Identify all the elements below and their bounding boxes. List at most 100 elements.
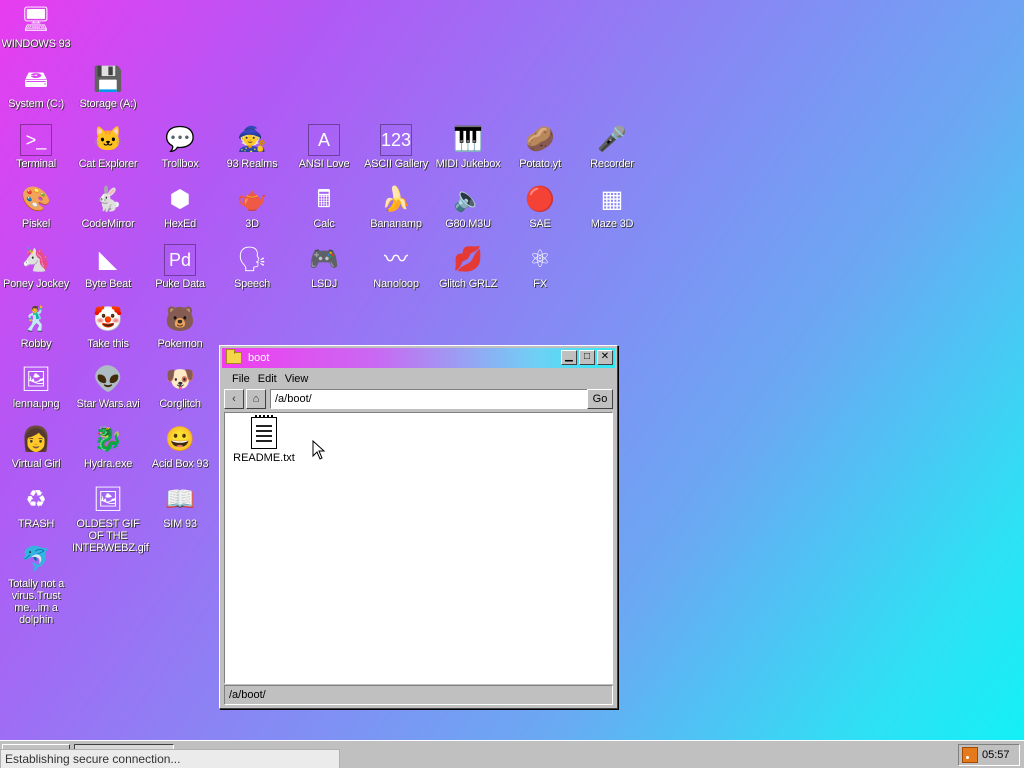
file-name: README.txt — [233, 452, 295, 464]
desktop-icon-sim-93[interactable]: 📖 SIM 93 — [144, 484, 216, 530]
app-icon: 🥔 — [525, 126, 555, 153]
file-item-readme[interactable]: README.txt — [229, 415, 299, 464]
menu-view[interactable]: View — [285, 373, 309, 385]
desktop-icon-totally-not-a-virus-trust-me-im-a-dolphin[interactable]: 🐬 Totally not a virus.Trust me...im a dol… — [0, 544, 72, 626]
address-bar: ‹ ⌂ Go — [224, 388, 613, 410]
desktop-icon-star-wars-avi[interactable]: 👽 Star Wars.avi — [72, 364, 144, 410]
desktop-icon-potato-yt[interactable]: 🥔 Potato.yt — [504, 124, 576, 170]
folder-icon — [226, 349, 242, 364]
desktop-icon-93-realms[interactable]: 🧙 93 Realms — [216, 124, 288, 170]
desktop-icon-label: Puke Data — [155, 278, 205, 290]
desktop-icon-ansi-love[interactable]: A ANSI Love — [288, 124, 360, 170]
app-icon: 🦄 — [21, 246, 51, 273]
desktop-icon-trollbox[interactable]: 💬 Trollbox — [144, 124, 216, 170]
desktop-icon-label: Virtual Girl — [11, 458, 61, 470]
app-icon: 👩 — [21, 426, 51, 453]
app-icon: 🎤 — [597, 126, 627, 153]
app-icon: 🐶 — [165, 366, 195, 393]
path-input[interactable] — [270, 389, 588, 409]
desktop-icon-terminal[interactable]: >_ Terminal — [0, 124, 72, 170]
close-button[interactable]: ✕ — [597, 350, 613, 365]
desktop-icon-ascii-gallery[interactable]: 123 ASCII Gallery — [360, 124, 432, 170]
desktop-icon-label: SIM 93 — [163, 518, 197, 530]
desktop-icon-trash[interactable]: ♻ TRASH — [0, 484, 72, 530]
file-explorer-window[interactable]: boot ▁ □ ✕ File Edit View ‹ ⌂ Go README.… — [219, 345, 618, 709]
desktop-icon-label: CodeMirror — [81, 218, 135, 230]
desktop-icon-storage-a[interactable]: 💾 Storage (A:) — [72, 64, 144, 110]
desktop-icon-label: Star Wars.avi — [76, 398, 140, 410]
app-icon: 🖥 — [20, 6, 52, 33]
desktop-icon-label: lenna.png — [12, 398, 60, 410]
desktop-icon-byte-beat[interactable]: ◣ Byte Beat — [72, 244, 144, 290]
desktop-icon-label: Take this — [87, 338, 129, 350]
go-button[interactable]: Go — [587, 389, 613, 409]
desktop-icon-calc[interactable]: 🖩 Calc — [288, 184, 360, 230]
app-icon: 🔈 — [453, 186, 483, 213]
desktop-icon-label: Cat Explorer — [78, 158, 138, 170]
app-icon: 💬 — [165, 126, 195, 153]
desktop-icon-sae[interactable]: 🔴 SAE — [504, 184, 576, 230]
desktop-icon-3d[interactable]: 🫖 3D — [216, 184, 288, 230]
rss-icon[interactable] — [962, 747, 978, 763]
desktop-icon-midi-jukebox[interactable]: 🎹 MIDI Jukebox — [432, 124, 504, 170]
app-icon: 📖 — [165, 486, 195, 513]
menu-file[interactable]: File — [232, 373, 250, 385]
desktop-icon-acid-box-93[interactable]: 😀 Acid Box 93 — [144, 424, 216, 470]
desktop-icon-label: Glitch GRLZ — [438, 278, 498, 290]
desktop-icon-label: Poney Jockey — [2, 278, 70, 290]
file-list-area[interactable]: README.txt — [224, 412, 613, 684]
app-icon: 💋 — [453, 246, 483, 273]
desktop-icon-oldest-gif-of-the-interwebz-gif[interactable]: 🖼 OLDEST GIF OF THE INTERWEBZ.gif — [72, 484, 149, 554]
desktop-icon-label: Speech — [233, 278, 271, 290]
desktop-icon-puke-data[interactable]: Pd Puke Data — [144, 244, 216, 290]
desktop-icon-nanoloop[interactable]: 〰 Nanoloop — [360, 244, 432, 290]
minimize-button[interactable]: ▁ — [561, 350, 577, 365]
desktop-icon-g80-m3u[interactable]: 🔈 G80.M3U — [432, 184, 504, 230]
maximize-button[interactable]: □ — [579, 350, 595, 365]
desktop-icon-speech[interactable]: 🗣 Speech — [216, 244, 288, 290]
desktop-icon-label: ASCII Gallery — [363, 158, 429, 170]
app-icon: 😀 — [165, 426, 195, 453]
desktop-icon-recorder[interactable]: 🎤 Recorder — [576, 124, 648, 170]
desktop-icon-system-c[interactable]: 🖴 System (C:) — [0, 64, 72, 110]
desktop-icon-take-this[interactable]: 🤡 Take this — [72, 304, 144, 350]
home-button[interactable]: ⌂ — [246, 389, 266, 409]
desktop-icon-label: TRASH — [17, 518, 55, 530]
app-icon: ♻ — [25, 486, 47, 513]
app-icon: 🎹 — [453, 126, 483, 153]
desktop-icon-lenna-png[interactable]: 🖼 lenna.png — [0, 364, 72, 410]
app-icon: 🐱 — [93, 126, 123, 153]
app-icon: Pd — [164, 244, 196, 276]
app-icon: 🖴 — [23, 66, 49, 93]
desktop-icon-bananamp[interactable]: 🍌 Bananamp — [360, 184, 432, 230]
desktop-icon-lsdj[interactable]: 🎮 LSDJ — [288, 244, 360, 290]
desktop-icon-virtual-girl[interactable]: 👩 Virtual Girl — [0, 424, 72, 470]
taskbar: Establishing secure connection... 05:57 — [0, 740, 1024, 768]
desktop-icon-maze-3d[interactable]: ▦ Maze 3D — [576, 184, 648, 230]
window-titlebar[interactable]: boot ▁ □ ✕ — [222, 348, 615, 368]
desktop-icon-cat-explorer[interactable]: 🐱 Cat Explorer — [72, 124, 144, 170]
app-icon: 🖩 — [316, 186, 332, 213]
desktop-icon-piskel[interactable]: 🎨 Piskel — [0, 184, 72, 230]
desktop-icon-windows-93[interactable]: 🖥 WINDOWS 93 — [0, 4, 72, 50]
desktop-icon-codemirror[interactable]: 🐇 CodeMirror — [72, 184, 144, 230]
menu-edit[interactable]: Edit — [258, 373, 277, 385]
desktop-icon-label: Totally not a virus.Trust me...im a dolp… — [7, 578, 65, 626]
desktop-icon-glitch-grlz[interactable]: 💋 Glitch GRLZ — [432, 244, 504, 290]
app-icon: 123 — [380, 124, 412, 156]
desktop-icon-corglitch[interactable]: 🐶 Corglitch — [144, 364, 216, 410]
app-icon: 🐉 — [93, 426, 123, 453]
app-icon: 💾 — [93, 66, 123, 93]
desktop-icon-robby[interactable]: 🕺 Robby — [0, 304, 72, 350]
desktop-icon-hydra-exe[interactable]: 🐉 Hydra.exe — [72, 424, 144, 470]
back-button[interactable]: ‹ — [224, 389, 244, 409]
text-file-icon — [251, 415, 277, 449]
window-status-bar: /a/boot/ — [224, 685, 613, 705]
desktop-icon-poney-jockey[interactable]: 🦄 Poney Jockey — [0, 244, 72, 290]
desktop-icon-label: Acid Box 93 — [151, 458, 209, 470]
app-icon: 🖼 — [20, 366, 52, 393]
desktop-icon-pokemon[interactable]: 🐻 Pokemon — [144, 304, 216, 350]
app-icon: 🕺 — [21, 306, 51, 333]
desktop-icon-hexed[interactable]: ⬢ HexEd — [144, 184, 216, 230]
desktop-icon-fx[interactable]: ⚛ FX — [504, 244, 576, 290]
